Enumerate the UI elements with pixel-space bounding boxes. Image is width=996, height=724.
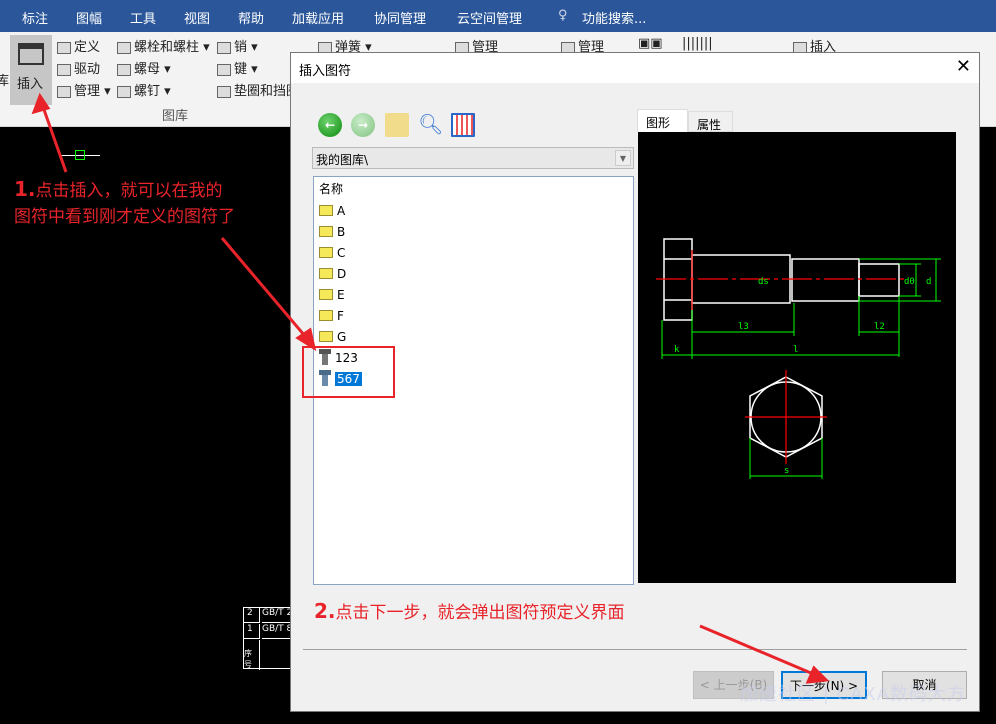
arrowhead	[31, 92, 51, 115]
arrow-to-insert	[40, 103, 68, 173]
arrow-to-next	[699, 624, 819, 678]
arrow-to-list	[220, 237, 312, 343]
annotation-arrows	[31, 92, 830, 684]
watermark: 加速社区 | CAXA数码大方	[740, 684, 967, 705]
